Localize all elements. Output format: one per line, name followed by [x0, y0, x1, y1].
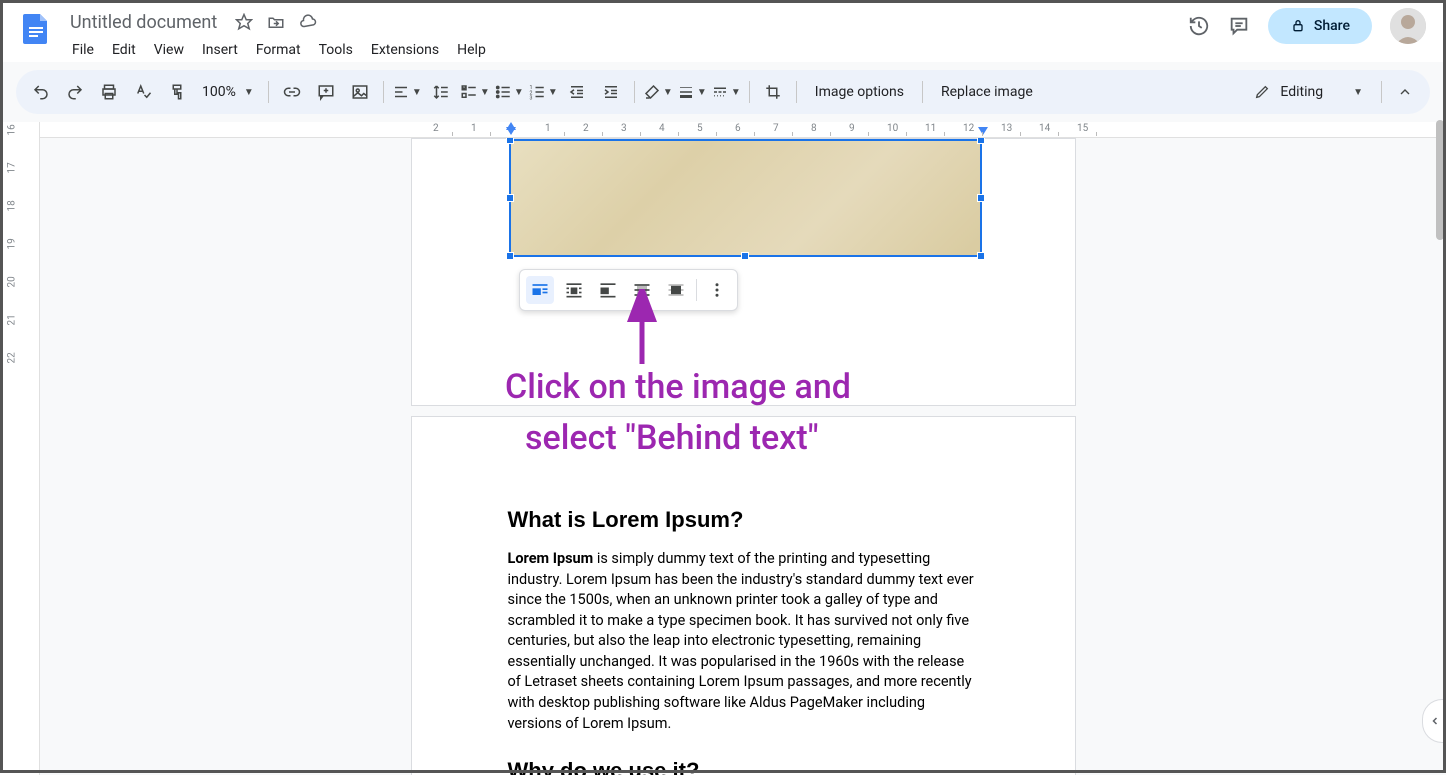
editing-mode-dropdown[interactable]: Editing ▼: [1244, 80, 1373, 104]
wrap-text-icon[interactable]: [560, 276, 588, 304]
crop-icon[interactable]: [758, 77, 788, 107]
inline-wrap-icon[interactable]: [526, 276, 554, 304]
horizontal-ruler: 21123456789101112131415: [40, 122, 1446, 138]
annotation-text: Click on the image and select "Behind te…: [505, 362, 851, 464]
share-label: Share: [1314, 18, 1350, 34]
line-spacing-icon[interactable]: [426, 77, 456, 107]
menu-view[interactable]: View: [146, 38, 192, 62]
resize-handle[interactable]: [977, 138, 985, 144]
resize-handle[interactable]: [506, 252, 514, 260]
resize-handle[interactable]: [506, 194, 514, 202]
behind-text-icon[interactable]: [628, 276, 656, 304]
bulleted-list-dropdown[interactable]: ▼: [494, 77, 524, 107]
menu-file[interactable]: File: [64, 38, 102, 62]
toolbar: 100%▼ ▼ ▼ ▼ 123▼ ▼ ▼ ▼ Image options Rep…: [16, 70, 1430, 114]
border-dash-dropdown[interactable]: ▼: [711, 77, 741, 107]
vertical-ruler: 16171819202122: [0, 122, 40, 775]
in-front-text-icon[interactable]: [662, 276, 690, 304]
menu-insert[interactable]: Insert: [194, 38, 246, 62]
menu-help[interactable]: Help: [449, 38, 494, 62]
menu-edit[interactable]: Edit: [104, 38, 144, 62]
document-page-2[interactable]: What is Lorem Ipsum? Lorem Ipsum is simp…: [411, 416, 1076, 775]
insert-link-icon[interactable]: [277, 77, 307, 107]
menu-tools[interactable]: Tools: [311, 38, 361, 62]
heading-2: Why do we use it?: [508, 758, 979, 775]
add-comment-icon[interactable]: [311, 77, 341, 107]
resize-handle[interactable]: [741, 252, 749, 260]
heading-1: What is Lorem Ipsum?: [508, 507, 979, 533]
paint-format-icon[interactable]: [162, 77, 192, 107]
align-dropdown[interactable]: ▼: [392, 77, 422, 107]
left-margin-marker[interactable]: [506, 127, 516, 135]
collapse-toolbar-icon[interactable]: [1390, 77, 1420, 107]
history-icon[interactable]: [1188, 15, 1210, 37]
right-margin-marker[interactable]: [978, 127, 988, 135]
insert-image-icon[interactable]: [345, 77, 375, 107]
print-icon[interactable]: [94, 77, 124, 107]
resize-handle[interactable]: [977, 194, 985, 202]
resize-handle[interactable]: [977, 252, 985, 260]
increase-indent-icon[interactable]: [596, 77, 626, 107]
svg-text:3: 3: [529, 96, 532, 102]
share-button[interactable]: Share: [1268, 8, 1372, 44]
replace-image-button[interactable]: Replace image: [931, 78, 1043, 106]
menu-extensions[interactable]: Extensions: [363, 38, 447, 62]
menubar: File Edit View Insert Format Tools Exten…: [64, 38, 1188, 62]
redo-icon[interactable]: [60, 77, 90, 107]
border-weight-dropdown[interactable]: ▼: [677, 77, 707, 107]
star-icon[interactable]: [235, 13, 253, 31]
menu-format[interactable]: Format: [248, 38, 309, 62]
checklist-dropdown[interactable]: ▼: [460, 77, 490, 107]
zoom-dropdown[interactable]: 100%▼: [196, 80, 260, 104]
selected-image[interactable]: [509, 139, 982, 257]
vertical-scrollbar[interactable]: [1436, 120, 1444, 733]
user-avatar[interactable]: [1390, 8, 1426, 44]
image-wrap-toolbar: [519, 269, 738, 311]
more-options-icon[interactable]: [703, 276, 731, 304]
paragraph-1: Lorem Ipsum is simply dummy text of the …: [508, 549, 979, 734]
document-title[interactable]: Untitled document: [64, 10, 223, 35]
break-text-icon[interactable]: [594, 276, 622, 304]
numbered-list-dropdown[interactable]: 123▼: [528, 77, 558, 107]
cloud-status-icon[interactable]: [299, 13, 317, 31]
scrollbar-thumb[interactable]: [1436, 120, 1444, 240]
image-options-button[interactable]: Image options: [805, 78, 914, 106]
decrease-indent-icon[interactable]: [562, 77, 592, 107]
undo-icon[interactable]: [26, 77, 56, 107]
move-icon[interactable]: [267, 13, 285, 31]
border-color-dropdown[interactable]: ▼: [643, 77, 673, 107]
comments-icon[interactable]: [1228, 15, 1250, 37]
docs-logo[interactable]: [16, 8, 56, 48]
resize-handle[interactable]: [506, 138, 514, 144]
spellcheck-icon[interactable]: [128, 77, 158, 107]
